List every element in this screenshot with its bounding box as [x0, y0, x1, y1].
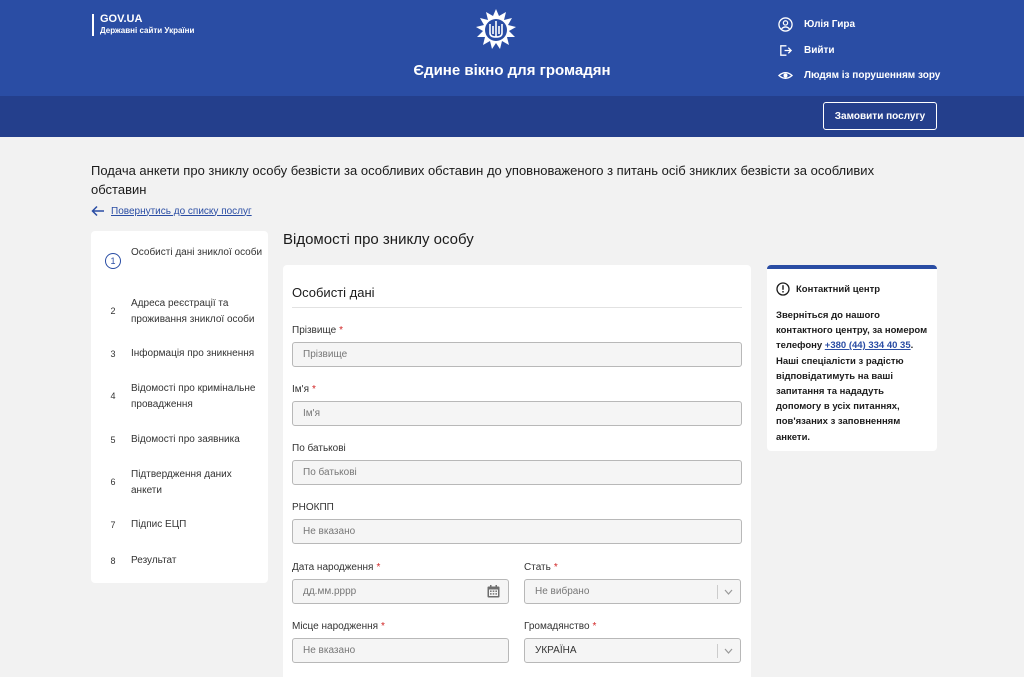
gender-label: Стать * [524, 562, 558, 573]
step-number: 1 [105, 253, 121, 269]
select-separator [717, 644, 718, 658]
logout-label: Вийти [804, 44, 835, 56]
step-number: 7 [110, 520, 116, 530]
patronymic-input[interactable]: По батькові [292, 460, 742, 485]
order-service-button[interactable]: Замовити послугу [823, 102, 937, 130]
surname-input[interactable]: Прізвище [292, 342, 742, 367]
ukraine-emblem-icon[interactable] [474, 8, 518, 52]
birth-place-label-text: Місце народження [292, 621, 379, 632]
step-label: Адреса реєстрації та проживання зниклої … [131, 298, 255, 325]
required-mark: * [592, 621, 597, 632]
back-link-label: Повернутись до списку послуг [111, 205, 252, 217]
form-heading: Відомості про зниклу особу [283, 231, 474, 248]
birth-date-placeholder: дд.мм.рррр [303, 586, 357, 597]
contact-center-text: Зверніться до нашого контактного центру,… [776, 308, 931, 445]
contact-center-header: Контактний центр [776, 282, 880, 296]
rnokpp-input[interactable]: Не вказано [292, 519, 742, 544]
step-number: 2 [110, 306, 116, 316]
patronymic-label: По батькові [292, 443, 346, 454]
rnokpp-label: РНОКПП [292, 502, 334, 513]
info-icon [776, 282, 790, 296]
chevron-down-icon [724, 589, 733, 595]
gov-ua-subtitle: Державні сайти України [100, 26, 195, 35]
back-to-services-link[interactable]: Повернутись до списку послуг [91, 205, 252, 217]
gender-label-text: Стать [524, 562, 551, 573]
birth-date-label: Дата народження * [292, 562, 380, 573]
required-mark: * [311, 384, 316, 395]
birth-date-label-text: Дата народження [292, 562, 374, 573]
logout-icon [780, 44, 793, 56]
required-mark: * [381, 621, 385, 632]
birth-place-input[interactable]: Не вказано [292, 638, 509, 663]
arrow-left-icon [91, 205, 104, 217]
name-label-text: Ім'я [292, 384, 309, 395]
steps-panel: 1 Особисті дані зниклої особи 2 Адреса р… [91, 231, 268, 583]
citizenship-value: УКРАЇНА [535, 645, 577, 656]
form-card: Особисті дані Прізвище * Прізвище Ім'я * І… [283, 265, 751, 677]
accessibility-link[interactable]: Людям із порушенням зору [778, 63, 940, 89]
section-title: Особисті дані [292, 285, 375, 300]
step-number: 8 [110, 556, 116, 566]
calendar-icon[interactable] [487, 585, 500, 598]
page-title: Подача анкети про зниклу особу безвісти … [91, 163, 875, 197]
name-label: Ім'я * [292, 384, 316, 395]
citizenship-label: Громадянство * [524, 621, 596, 632]
step-label: Інформація про зникнення [131, 348, 255, 359]
sub-header: Замовити послугу [0, 96, 1024, 137]
surname-label: Прізвище * [292, 325, 343, 336]
step-number: 6 [110, 477, 116, 487]
user-icon [778, 17, 793, 32]
step-label: Відомості про заявника [131, 434, 240, 445]
name-input[interactable]: Ім'я [292, 401, 742, 426]
top-header: GOV.UA Державні сайти України Єдине вікн… [0, 0, 1024, 96]
citizenship-select[interactable]: УКРАЇНА [524, 638, 741, 663]
step-label: Підпис ЕЦП [131, 519, 187, 530]
contact-text-end: . Наші спеціалісти з радістю відповідати… [776, 340, 914, 443]
citizenship-label-text: Громадянство [524, 621, 590, 632]
gender-select[interactable]: Не вибрано [524, 579, 741, 604]
gov-ua-logo[interactable]: GOV.UA Державні сайти України [92, 14, 194, 36]
gov-ua-title: GOV.UA [100, 13, 143, 25]
eye-icon [778, 72, 793, 80]
step-number: 5 [110, 435, 116, 445]
user-profile-link[interactable]: Юлія Гира [778, 12, 940, 38]
section-divider [292, 307, 742, 308]
surname-label-text: Прізвище [292, 325, 337, 336]
required-mark: * [376, 562, 381, 573]
select-separator [717, 585, 718, 599]
user-name: Юлія Гира [804, 19, 856, 31]
gender-value: Не вибрано [535, 586, 590, 597]
step-number: 4 [110, 391, 116, 401]
step-number: 3 [110, 349, 116, 359]
accessibility-label: Людям із порушенням зору [804, 70, 941, 82]
contact-phone-link[interactable]: +380 (44) 334 40 35 [825, 340, 911, 351]
logout-link[interactable]: Вийти [778, 38, 940, 64]
user-links: Юлія Гира Вийти Людям із порушенням зору [778, 12, 940, 89]
step-label: Підтвердження даних анкети [131, 469, 232, 496]
required-mark: * [339, 325, 344, 336]
step-label: Особисті дані зниклої особи [131, 247, 263, 258]
chevron-down-icon [724, 648, 733, 654]
birth-date-input[interactable]: дд.мм.рррр [292, 579, 509, 604]
step-label: Відомості про кримінальне провадження [131, 383, 256, 410]
contact-center-title: Контактний центр [796, 283, 881, 295]
contact-center-card: Контактний центр Зверніться до нашого ко… [767, 265, 937, 451]
birth-place-label: Місце народження * [292, 621, 385, 632]
required-mark: * [553, 562, 558, 573]
step-label: Результат [131, 555, 177, 566]
